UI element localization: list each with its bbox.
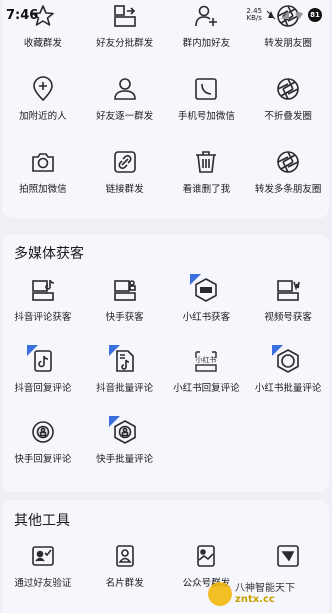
kuaishou-circle-icon [29, 418, 57, 446]
media-tools-card: 多媒体获客 抖音评论获客 快手获客 小红书获客 视频号获客 抖音回复评论 抖音批… [2, 234, 329, 492]
tool-douyin-comment-acquire[interactable]: 抖音评论获客 [2, 274, 84, 345]
new-badge-corner [272, 345, 284, 356]
tool-label: 不折叠发圈 [264, 111, 312, 122]
xiaohongshu-text-icon: 小红书 [192, 347, 220, 375]
tool-accept-friend-verification[interactable]: 通过好友验证 [2, 540, 84, 611]
xiaohongshu-hex-icon [190, 274, 220, 304]
aperture-icon [274, 148, 302, 176]
person-icon [111, 75, 139, 103]
tool-photo-add-wechat[interactable]: 拍照加微信 [2, 146, 84, 219]
battery-icon: 81 [308, 8, 322, 22]
camera-icon [29, 148, 57, 176]
aperture-icon [274, 75, 302, 103]
tool-label: 转发朋友圈 [264, 38, 312, 49]
tool-douyin-batch-comment[interactable]: 抖音批量评论 [84, 345, 166, 416]
tool-label: 群内加好友 [182, 38, 231, 49]
watermark-text: 八神智能天下 zntx.cc [235, 583, 295, 605]
tool-channels-acquire[interactable]: 视频号获客 [247, 274, 329, 345]
link-icon [111, 148, 139, 176]
trash-icon [192, 148, 220, 176]
tool-nearby-people[interactable]: 加附近的人 [2, 73, 84, 146]
tool-label: 拍照加微信 [19, 184, 67, 195]
tool-label: 抖音评论获客 [14, 312, 72, 323]
channels-screen-icon [274, 276, 302, 304]
status-time: 7:46 [6, 7, 39, 23]
tool-label: 名片群发 [105, 578, 144, 589]
tool-label: 抖音批量评论 [96, 383, 154, 394]
share-tools-card: 收藏群发 好友分批群发 群内加好友 转发朋友圈 加附近的人 好友逐一群发 手机号… [2, 0, 329, 218]
network-speed: 2.45 KB/s [246, 8, 262, 22]
tool-kuaishou-batch-comment[interactable]: 快手批量评论 [84, 416, 166, 487]
verify-icon [29, 542, 57, 570]
kuaishou-screen-icon [111, 276, 139, 304]
tool-label: 小红书回复评论 [173, 383, 240, 394]
tool-kuaishou-reply-comment[interactable]: 快手回复评论 [2, 416, 84, 487]
mute-icon [266, 10, 276, 20]
tool-label: 快手回复评论 [14, 454, 72, 465]
watermark-line2: zntx.cc [235, 594, 275, 605]
tool-xiaohongshu-acquire[interactable]: 小红书获客 [166, 274, 248, 345]
new-badge-corner [26, 345, 38, 356]
section-title: 多媒体获客 [14, 246, 84, 262]
tool-label: 好友逐一群发 [96, 111, 154, 122]
location-pin-icon [29, 75, 57, 103]
douyin-screen-icon [29, 276, 57, 304]
tool-label: 视频号获客 [264, 312, 312, 323]
tool-label: 链接群发 [105, 184, 144, 195]
douyin-doc-icon [26, 345, 57, 375]
tool-label: 收藏群发 [23, 38, 62, 49]
card-icon [111, 542, 139, 570]
tool-phone-add-wechat[interactable]: 手机号加微信 [166, 73, 248, 146]
tool-who-deleted-me[interactable]: 看谁删了我 [166, 146, 248, 219]
share-tools-grid: 收藏群发 好友分批群发 群内加好友 转发朋友圈 加附近的人 好友逐一群发 手机号… [2, 0, 329, 219]
tool-label: 看谁删了我 [182, 184, 231, 195]
status-icons: 2.45 KB/s 81 [246, 8, 322, 22]
tool-card-broadcast[interactable]: 名片群发 [84, 540, 166, 611]
tool-xiaohongshu-batch-comment[interactable]: 小红书批量评论 [247, 345, 329, 416]
tool-label: 小红书获客 [182, 312, 231, 323]
tool-label: 快手批量评论 [96, 454, 154, 465]
tool-label: 小红书批量评论 [254, 383, 322, 394]
douyin-file-icon [108, 345, 139, 375]
tool-forward-multi-moments[interactable]: 转发多条朋友圈 [247, 146, 329, 219]
wifi-icon [295, 12, 303, 19]
tool-no-fold-moments[interactable]: 不折叠发圈 [247, 73, 329, 146]
tool-kuaishou-acquire[interactable]: 快手获客 [84, 274, 166, 345]
media-tools-grid: 抖音评论获客 快手获客 小红书获客 视频号获客 抖音回复评论 抖音批量评论 小红… [2, 274, 329, 487]
kuaishou-hex-icon [108, 416, 139, 446]
send-box-icon [274, 542, 302, 570]
new-badge-corner [190, 274, 202, 285]
tool-xiaohongshu-reply-comment[interactable]: 小红书 小红书回复评论 [166, 345, 248, 416]
tool-one-by-one-broadcast[interactable]: 好友逐一群发 [84, 73, 166, 146]
phone-icon [192, 75, 220, 103]
tool-label: 快手获客 [105, 312, 144, 323]
watermark-logo-icon [208, 582, 232, 606]
section-title: 其他工具 [14, 513, 70, 529]
watermark-line1: 八神智能天下 [235, 583, 295, 594]
tool-link-broadcast[interactable]: 链接群发 [84, 146, 166, 219]
new-badge-corner [108, 416, 120, 427]
xiaohongshu-hex-icon [272, 345, 302, 375]
image-doc-icon [192, 542, 220, 570]
tool-label: 转发多条朋友圈 [254, 184, 322, 195]
tool-label: 手机号加微信 [177, 111, 235, 122]
tool-douyin-reply-comment[interactable]: 抖音回复评论 [2, 345, 84, 416]
tool-label: 抖音回复评论 [14, 383, 72, 394]
xhs-logo-text: 小红书 [196, 355, 217, 364]
status-bar: 7:46 2.45 KB/s 81 [0, 0, 332, 30]
tool-label: 好友分批群发 [96, 38, 154, 49]
network-speed-unit: KB/s [246, 14, 262, 22]
new-badge-corner [108, 345, 120, 356]
signal-icon [281, 11, 289, 19]
tool-label: 加附近的人 [19, 111, 67, 122]
tool-label: 通过好友验证 [14, 578, 72, 589]
watermark: 八神智能天下 zntx.cc [208, 579, 328, 609]
